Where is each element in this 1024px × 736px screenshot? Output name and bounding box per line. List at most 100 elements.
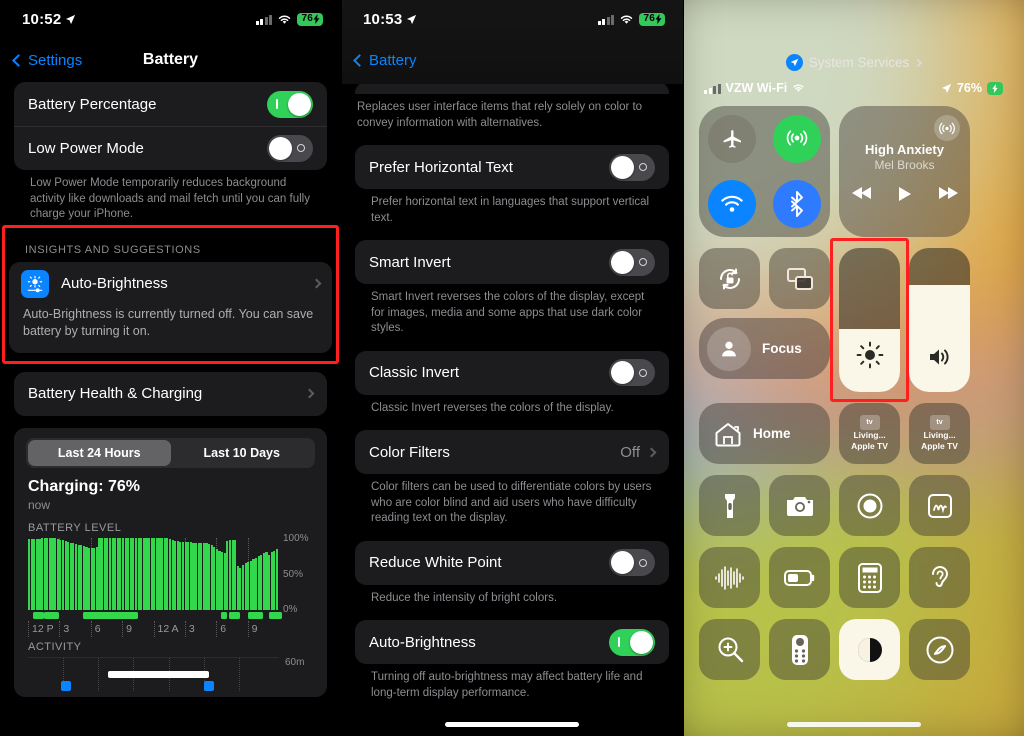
cc-row-5 — [699, 536, 1008, 608]
row-reduce-white-point[interactable]: Reduce White Point — [355, 541, 669, 585]
battery-icon — [783, 569, 814, 586]
battery-percent-label: 76 — [301, 13, 313, 24]
fast-forward-icon[interactable] — [938, 186, 958, 200]
home-button[interactable]: Home — [699, 403, 830, 464]
focus-label: Focus — [762, 341, 802, 356]
battery-level-chart: 100% 50% 0% — [14, 533, 327, 615]
camera-button[interactable] — [769, 475, 830, 536]
screen-record-button[interactable] — [839, 475, 900, 536]
activity-chart — [28, 656, 279, 691]
row-auto-brightness[interactable]: Auto-Brightness — [355, 620, 669, 664]
insight-item-auto-brightness[interactable]: Auto-Brightness — [9, 262, 332, 306]
sound-recognition-icon — [714, 565, 744, 590]
calculator-icon — [857, 562, 882, 593]
shazam-button[interactable] — [909, 619, 970, 680]
apple-tv-badge-icon: tv — [859, 415, 880, 431]
color-filters-value: Off — [620, 443, 640, 461]
back-button[interactable]: Settings — [12, 52, 82, 69]
classic-invert-toggle[interactable] — [609, 359, 655, 387]
battery-health-group: Battery Health & Charging — [14, 371, 327, 416]
segment-last-24-hours[interactable]: Last 24 Hours — [28, 439, 171, 466]
ear-icon — [931, 565, 948, 587]
rotation-lock-button[interactable] — [699, 248, 760, 309]
wifi-button[interactable] — [707, 180, 756, 229]
xtick-label: 3 — [63, 622, 70, 635]
row-label: Battery Health & Charging — [28, 385, 203, 403]
low-power-mode-button[interactable] — [769, 547, 830, 608]
row-footnote: Color filters can be used to differentia… — [371, 481, 652, 525]
row-label: Auto-Brightness — [369, 633, 476, 651]
row-battery-health[interactable]: Battery Health & Charging — [14, 372, 327, 416]
display-settings-list: Prefer Horizontal Text Prefer horizontal… — [341, 131, 683, 701]
media-module[interactable]: High Anxiety Mel Brooks — [839, 106, 970, 237]
apple-tv-tile-2[interactable]: tv Living... Apple TV — [909, 403, 970, 464]
apple-tv-remote-button[interactable] — [769, 619, 830, 680]
hearing-button[interactable] — [909, 547, 970, 608]
smart-invert-toggle[interactable] — [609, 248, 655, 276]
location-arrow-icon — [941, 83, 952, 93]
play-icon[interactable] — [898, 186, 912, 202]
sound-recognition-button[interactable] — [699, 547, 760, 608]
bluetooth-button[interactable] — [773, 180, 822, 229]
apple-tv-tile-1[interactable]: tv Living... Apple TV — [839, 403, 900, 464]
xtick-label: 12 A — [157, 622, 179, 635]
row-color-filters[interactable]: Color Filters Off — [355, 430, 669, 474]
low-power-mode-toggle[interactable] — [267, 134, 313, 162]
flashlight-button[interactable] — [699, 475, 760, 536]
control-center-content: System Services VZW Wi-Fi 76% High Anxie… — [683, 0, 1024, 680]
reduce-white-point-toggle[interactable] — [609, 549, 655, 577]
cc-row-3: Home tv Living... Apple TV tv Living... … — [699, 392, 1008, 464]
back-button[interactable]: Battery — [353, 52, 417, 69]
row-footnote: Classic Invert reverses the colors of th… — [371, 401, 614, 414]
airplay-icon[interactable] — [934, 115, 960, 141]
row-label: Smart Invert — [369, 253, 451, 271]
chevron-left-icon — [353, 53, 366, 67]
charging-bolt-icon — [655, 14, 662, 24]
status-bar-right: 76 — [255, 12, 323, 26]
calculator-button[interactable] — [839, 547, 900, 608]
home-indicator[interactable] — [445, 722, 579, 727]
location-arrow-icon — [407, 14, 417, 24]
brightness-slider[interactable] — [839, 248, 900, 392]
magnifier-button[interactable] — [699, 619, 760, 680]
row-classic-invert[interactable]: Classic Invert — [355, 351, 669, 395]
row-low-power-mode[interactable]: Low Power Mode — [14, 126, 327, 170]
xtick-label: 3 — [188, 622, 195, 635]
usage-range-segmented-control[interactable]: Last 24 Hours Last 10 Days — [26, 437, 315, 468]
charging-bolt-icon — [313, 14, 320, 24]
home-indicator[interactable] — [786, 722, 921, 727]
home-label: Home — [753, 426, 791, 441]
row-reduce-white-point-group: Reduce White Point — [355, 540, 669, 585]
airplane-mode-button[interactable] — [707, 114, 756, 163]
volume-slider[interactable] — [909, 248, 970, 392]
battery-percentage-toggle[interactable] — [267, 90, 313, 118]
xtick-label: 9 — [126, 622, 132, 635]
system-services-button[interactable]: System Services — [699, 0, 1008, 71]
home-icon — [715, 422, 741, 446]
remote-icon — [791, 634, 808, 665]
battery-status-badge: 76 — [639, 12, 665, 26]
row-smart-invert[interactable]: Smart Invert — [355, 240, 669, 284]
wifi-icon — [279, 15, 291, 24]
system-services-label: System Services — [808, 55, 910, 70]
cellular-data-button[interactable] — [773, 114, 822, 163]
status-bar: 10:53 76 — [341, 0, 683, 38]
quick-note-button[interactable] — [909, 475, 970, 536]
auto-brightness-toggle[interactable] — [609, 628, 655, 656]
segment-last-10-days[interactable]: Last 10 Days — [171, 440, 314, 466]
row-label: Color Filters — [369, 443, 450, 461]
magnifier-icon — [718, 637, 743, 662]
row-prefer-horizontal-text[interactable]: Prefer Horizontal Text — [355, 145, 669, 189]
prefer-horizontal-text-toggle[interactable] — [609, 153, 655, 181]
rewind-icon[interactable] — [851, 186, 872, 200]
cellular-signal-icon — [255, 14, 273, 25]
row-battery-percentage[interactable]: Battery Percentage — [14, 82, 327, 126]
cc-row-6 — [699, 608, 1008, 680]
focus-button[interactable]: Focus — [699, 318, 830, 379]
battery-toggles-group: Battery Percentage Low Power Mode — [14, 82, 327, 170]
cc-battery-icon — [987, 81, 1003, 95]
screen-mirroring-icon — [786, 267, 813, 290]
dark-mode-button[interactable] — [839, 619, 900, 680]
screen-mirroring-button[interactable] — [769, 248, 830, 309]
shazam-icon — [926, 636, 953, 663]
